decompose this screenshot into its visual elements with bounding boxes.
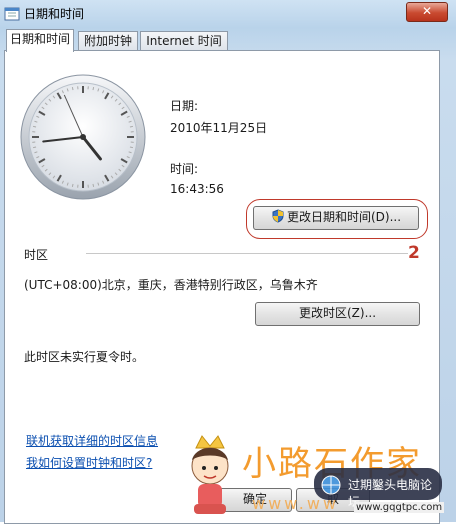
clock-tick bbox=[130, 147, 133, 148]
change-timezone-button[interactable]: 更改时区(Z)... bbox=[255, 302, 420, 326]
cancel-button[interactable]: 取 bbox=[296, 488, 370, 512]
analog-clock bbox=[18, 72, 148, 202]
clock-tick bbox=[93, 87, 94, 90]
timezone-value: (UTC+08:00)北京，重庆，香港特别行政区，乌鲁木齐 bbox=[24, 276, 318, 293]
ok-button[interactable]: 确定 bbox=[218, 488, 292, 512]
time-value: 16:43:56 bbox=[170, 182, 224, 196]
annotation-number: 2 bbox=[408, 243, 420, 263]
separator bbox=[86, 253, 408, 254]
timezone-heading: 时区 bbox=[24, 246, 48, 263]
tab-additional-clocks[interactable]: 附加时钟 bbox=[78, 31, 138, 51]
title-bar[interactable]: 日期和时间 ✕ bbox=[0, 0, 456, 26]
dst-note: 此时区未实行夏令时。 bbox=[24, 348, 144, 365]
change-datetime-button[interactable]: 更改日期和时间(D)... bbox=[253, 206, 419, 230]
clock-tick bbox=[72, 87, 73, 90]
clock-center bbox=[80, 134, 86, 140]
datetime-dialog: 日期和时间 ✕ 日期和时间 附加时钟 Internet 时间 日期: 2010年… bbox=[0, 0, 456, 522]
close-button[interactable]: ✕ bbox=[406, 2, 448, 22]
clock-tick bbox=[130, 126, 133, 127]
window-title: 日期和时间 bbox=[24, 5, 84, 22]
tab-internet-time[interactable]: Internet 时间 bbox=[140, 31, 228, 51]
clock-tick bbox=[33, 126, 36, 127]
clock-tick bbox=[72, 184, 73, 187]
tab-date-time[interactable]: 日期和时间 bbox=[6, 29, 74, 52]
clock-tick bbox=[93, 184, 94, 187]
calendar-icon bbox=[4, 5, 20, 21]
date-value: 2010年11月25日 bbox=[170, 119, 267, 136]
how-to-set-link[interactable]: 我如何设置时钟和时区? bbox=[26, 454, 152, 471]
date-label: 日期: bbox=[170, 97, 198, 114]
change-datetime-label: 更改日期和时间(D)... bbox=[287, 210, 401, 224]
clock-tick bbox=[33, 147, 36, 148]
time-label: 时间: bbox=[170, 160, 198, 177]
close-icon: ✕ bbox=[422, 4, 432, 18]
shield-icon bbox=[271, 209, 285, 223]
timezone-info-link[interactable]: 联机获取详细的时区信息 bbox=[26, 432, 158, 449]
